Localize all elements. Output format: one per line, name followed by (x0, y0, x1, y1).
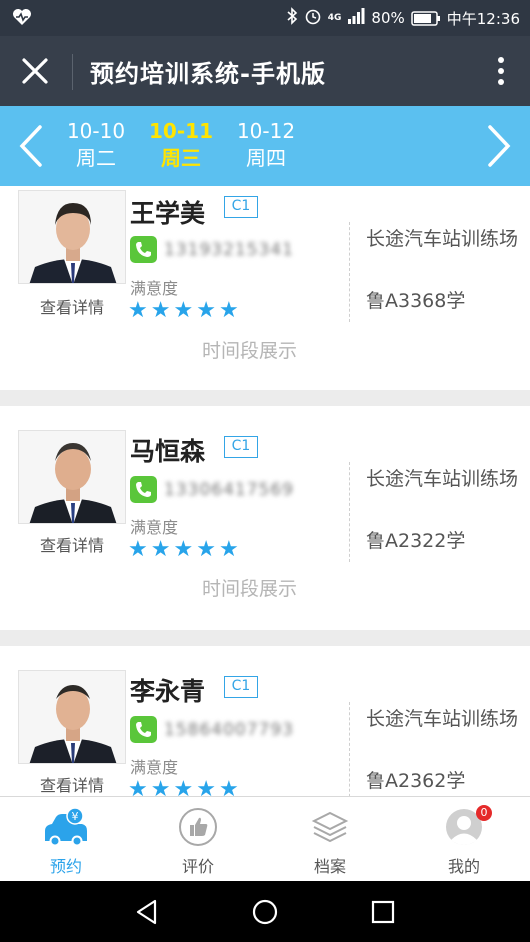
star-icon: ★ (173, 298, 194, 323)
svg-text:¥: ¥ (72, 810, 79, 823)
star-icon: ★ (150, 298, 171, 323)
coach-name: 王学美 (130, 199, 206, 228)
star-icon: ★ (128, 777, 148, 797)
view-details-link[interactable]: 查看详情 (18, 294, 126, 318)
date-label: 10-10 (66, 119, 126, 143)
star-icon: ★ (150, 537, 171, 562)
date-tab-1[interactable]: 10-10 周二 (56, 118, 136, 172)
satisfaction-label: 满意度 (130, 518, 179, 537)
recents-icon[interactable] (369, 898, 397, 926)
timeslot-link[interactable]: 时间段展示 (202, 336, 297, 363)
star-icon: ★ (218, 298, 239, 323)
battery-icon (411, 10, 441, 26)
home-icon[interactable] (251, 898, 279, 926)
coach-photo[interactable] (18, 190, 126, 284)
close-icon[interactable] (20, 56, 50, 86)
phone-icon[interactable] (130, 476, 157, 503)
training-site: 长途汽车站训练场 (366, 228, 519, 250)
phone-number[interactable]: 15864007793 (164, 720, 294, 740)
star-icon: ★ (218, 777, 239, 797)
star-icon: ★ (196, 537, 216, 562)
star-icon: ★ (218, 537, 239, 562)
status-bar: 4G 80% 中午12:36 (0, 0, 530, 36)
training-site: 长途汽车站训练场 (366, 708, 519, 730)
coach-name: 李永青 (130, 677, 206, 706)
tab-booking[interactable]: ¥ 预约 (0, 797, 132, 882)
satisfaction-label: 满意度 (130, 758, 179, 777)
tab-label: 档案 (313, 857, 346, 876)
system-nav-bar (0, 881, 530, 942)
training-site: 长途汽车站训练场 (366, 468, 519, 490)
car-plate: 鲁A2362学 (366, 770, 466, 792)
prev-date-icon[interactable] (16, 123, 46, 169)
signal-icon (347, 8, 365, 28)
car-yuan-icon: ¥ (42, 807, 90, 847)
date-label: 10-11 (149, 119, 213, 143)
coach-card: 查看详情 王学美 C1 13193215341 满意度 ★ ★ ★ ★ ★ 长途汽车站训… (0, 186, 530, 390)
view-details-link[interactable]: 查看详情 (18, 532, 126, 556)
star-icon: ★ (173, 777, 194, 797)
next-date-icon[interactable] (484, 123, 514, 169)
tab-label: 我的 (447, 857, 480, 876)
card-divider (349, 702, 350, 796)
star-icon: ★ (196, 777, 216, 797)
car-plate: 鲁A2322学 (366, 530, 466, 552)
license-badge: C1 (224, 436, 258, 458)
license-badge: C1 (224, 196, 258, 218)
battery-level: 80% (371, 9, 405, 27)
coach-name: 马恒森 (130, 437, 206, 466)
satisfaction-label: 满意度 (130, 279, 179, 298)
tab-records[interactable]: 档案 (264, 797, 396, 882)
tab-label: 预约 (49, 857, 82, 876)
car-plate: 鲁A3368学 (366, 290, 466, 312)
layers-icon (310, 807, 350, 847)
notification-badge: 0 (476, 805, 492, 821)
title-bar: 预约培训系统-手机版 (0, 36, 530, 106)
star-icon: ★ (128, 537, 148, 562)
date-label: 10-12 (236, 119, 296, 143)
title-divider (72, 54, 73, 90)
star-icon: ★ (173, 537, 194, 562)
star-icon: ★ (196, 298, 216, 323)
coach-card: 查看详情 李永青 C1 15864007793 满意度 ★ ★ ★ ★ ★ 长途汽车站训… (0, 646, 530, 796)
phone-icon[interactable] (130, 236, 157, 263)
bluetooth-icon (286, 7, 298, 29)
star-icon: ★ (128, 298, 148, 323)
date-selector: 10-10 周二 10-11 周三 10-12 周四 (0, 106, 530, 186)
star-rating: ★ ★ ★ ★ ★ (128, 777, 239, 797)
coach-photo[interactable] (18, 670, 126, 764)
star-icon: ★ (150, 777, 171, 797)
phone-number[interactable]: 13306417569 (164, 480, 294, 500)
back-icon[interactable] (133, 898, 161, 926)
weekday-label: 周四 (246, 146, 286, 170)
view-details-link[interactable]: 查看详情 (18, 772, 126, 796)
coach-list[interactable]: 查看详情 王学美 C1 13193215341 满意度 ★ ★ ★ ★ ★ 长途汽车站训… (0, 186, 530, 796)
coach-card: 查看详情 马恒森 C1 13306417569 满意度 ★ ★ ★ ★ ★ 长途汽车站训… (0, 406, 530, 630)
date-tab-3[interactable]: 10-12 周四 (226, 118, 306, 172)
clock: 中午12:36 (446, 9, 520, 28)
coach-photo[interactable] (18, 430, 126, 524)
date-tab-2-selected[interactable]: 10-11 周三 (141, 118, 221, 172)
tab-mine[interactable]: 0 我的 (398, 797, 530, 882)
license-badge: C1 (224, 676, 258, 698)
weekday-label: 周三 (161, 146, 201, 170)
thumbs-up-icon (178, 807, 218, 847)
card-divider (349, 462, 350, 562)
bottom-tab-bar: ¥ 预约 评价 档案 0 我的 (0, 796, 530, 881)
tab-review[interactable]: 评价 (132, 797, 264, 882)
star-rating: ★ ★ ★ ★ ★ (128, 539, 239, 561)
health-icon (12, 8, 32, 30)
network-label: 4G (327, 13, 342, 23)
card-divider (349, 222, 350, 322)
phone-icon[interactable] (130, 716, 157, 743)
phone-number[interactable]: 13193215341 (164, 240, 294, 260)
more-vertical-icon[interactable] (496, 56, 506, 86)
timeslot-link[interactable]: 时间段展示 (202, 574, 297, 601)
page-title: 预约培训系统-手机版 (90, 60, 326, 88)
tab-label: 评价 (181, 857, 214, 876)
alarm-icon (304, 7, 322, 29)
star-rating: ★ ★ ★ ★ ★ (128, 300, 239, 322)
weekday-label: 周二 (76, 146, 116, 170)
